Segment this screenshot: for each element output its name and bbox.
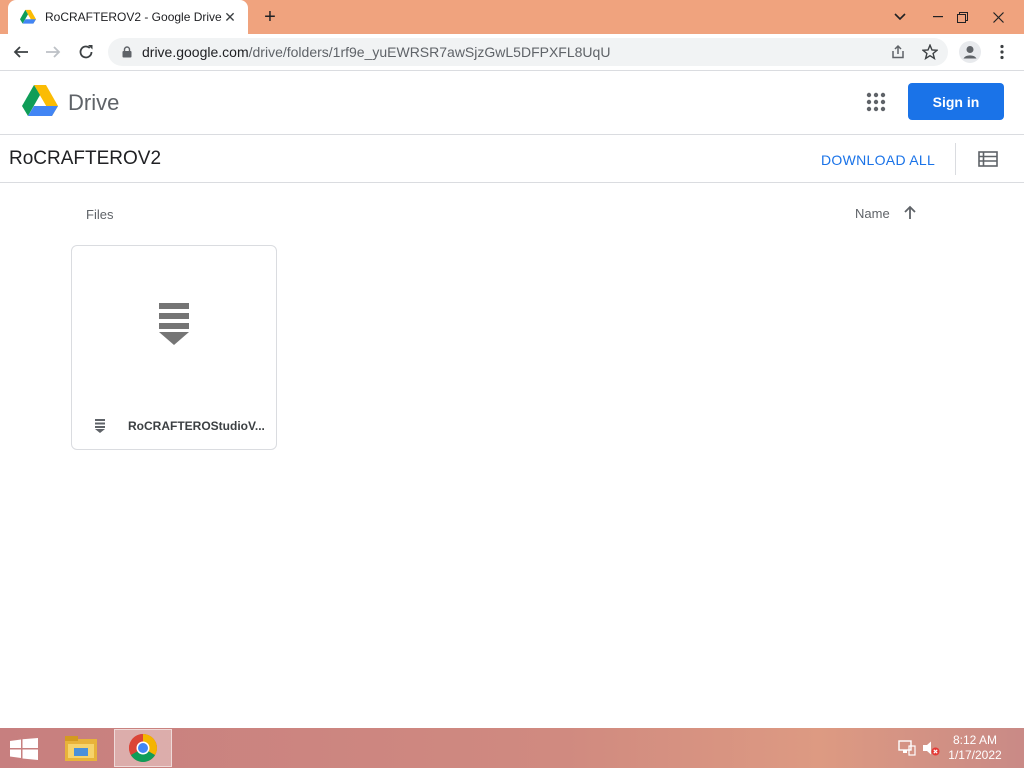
system-clock[interactable]: 8:12 AM 1/17/2022 xyxy=(940,733,1010,763)
url-text: drive.google.com/drive/folders/1rf9e_yuE… xyxy=(142,44,610,60)
toolbar-divider xyxy=(955,143,956,175)
google-apps-grid-icon[interactable] xyxy=(864,90,888,114)
taskbar-chrome[interactable] xyxy=(114,729,172,767)
google-drive-favicon-icon xyxy=(20,9,36,25)
url-host: drive.google.com xyxy=(142,44,249,60)
sort-by-name-button[interactable]: Name xyxy=(855,206,890,221)
close-window-button[interactable] xyxy=(982,0,1014,34)
file-explorer-icon xyxy=(65,736,97,761)
lock-icon xyxy=(120,45,134,59)
sort-ascending-arrow-icon[interactable] xyxy=(901,204,919,222)
google-drive-logo-icon[interactable] xyxy=(22,85,58,117)
windows-start-icon[interactable] xyxy=(10,738,38,760)
network-icon[interactable] xyxy=(898,740,916,756)
list-view-icon[interactable] xyxy=(978,149,998,169)
profile-avatar-icon[interactable] xyxy=(958,40,982,64)
windows-taskbar: 8:12 AM 1/17/2022 xyxy=(0,728,1024,768)
download-all-button[interactable]: DOWNLOAD ALL xyxy=(821,152,935,168)
file-name: RoCRAFTEROStudioV... xyxy=(128,419,265,433)
tab-search-chevron-icon[interactable] xyxy=(884,0,916,34)
reload-icon[interactable] xyxy=(74,40,98,64)
file-download-type-icon xyxy=(159,303,189,345)
browser-toolbar: drive.google.com/drive/folders/1rf9e_yuE… xyxy=(0,34,1024,71)
file-card[interactable]: RoCRAFTEROStudioV... xyxy=(71,245,277,450)
browser-tabstrip: RoCRAFTEROV2 - Google Drive ✕ + xyxy=(0,0,1024,34)
bookmark-star-icon[interactable] xyxy=(920,42,940,62)
drive-brand-label[interactable]: Drive xyxy=(68,90,119,116)
folder-bar: RoCRAFTEROV2 DOWNLOAD ALL xyxy=(0,135,1024,183)
tab-title: RoCRAFTEROV2 - Google Drive xyxy=(45,10,222,24)
browser-menu-icon[interactable] xyxy=(990,40,1014,64)
restore-button[interactable] xyxy=(946,0,978,34)
back-arrow-icon[interactable] xyxy=(9,40,33,64)
address-bar[interactable]: drive.google.com/drive/folders/1rf9e_yuE… xyxy=(108,38,948,66)
clock-date: 1/17/2022 xyxy=(948,748,1002,762)
file-type-small-icon xyxy=(95,419,105,433)
sign-in-button[interactable]: Sign in xyxy=(908,83,1004,120)
share-icon[interactable] xyxy=(888,42,908,62)
clock-time: 8:12 AM xyxy=(952,733,998,747)
url-path: /drive/folders/1rf9e_yuEWRSR7awSjzGwL5DF… xyxy=(248,44,611,60)
volume-muted-icon[interactable] xyxy=(922,740,940,756)
tab-close-icon[interactable]: ✕ xyxy=(222,9,238,25)
chrome-icon xyxy=(129,734,157,762)
folder-title: RoCRAFTEROV2 xyxy=(9,148,162,169)
drive-header: Drive Sign in xyxy=(0,71,1024,135)
taskbar-file-explorer[interactable] xyxy=(52,729,110,767)
files-section-label: Files xyxy=(86,207,114,222)
forward-arrow-icon[interactable] xyxy=(41,40,65,64)
new-tab-button[interactable]: + xyxy=(258,5,282,29)
browser-tab[interactable]: RoCRAFTEROV2 - Google Drive ✕ xyxy=(8,0,248,34)
